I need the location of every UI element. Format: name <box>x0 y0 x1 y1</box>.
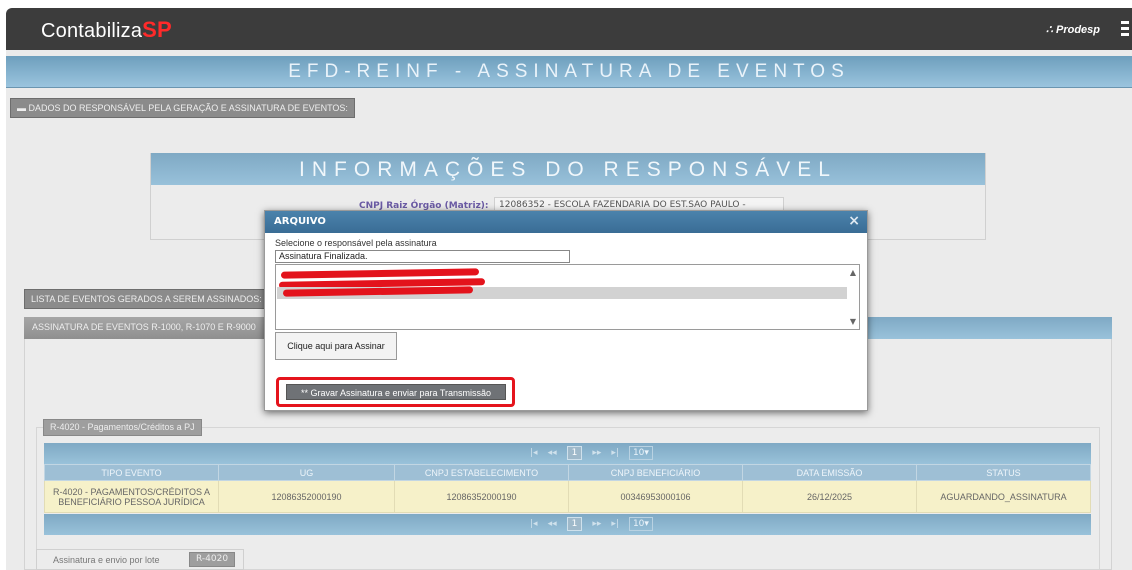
next-page-icon[interactable]: ▸▸ <box>592 448 601 458</box>
app-window: ContabilizaSP ∴ Prodesp EFD-REINF - ASSI… <box>0 0 1132 570</box>
last-page-icon[interactable]: ▸| <box>611 519 619 529</box>
page-size-select[interactable]: 10▾ <box>628 517 653 531</box>
prodesp-label: Prodesp <box>1055 24 1100 36</box>
redaction-mark <box>282 286 474 297</box>
col-cnpj-beneficiario[interactable]: CNPJ BENEFICIÁRIO <box>568 464 743 481</box>
prev-page-icon[interactable]: ◂◂ <box>548 448 557 458</box>
first-page-icon[interactable]: |◂ <box>530 519 538 529</box>
cell-cnpj-estab: 12086352000190 <box>394 480 569 513</box>
pager-top: |◂ ◂◂ 1 ▸▸ ▸| 10▾ <box>44 443 1091 464</box>
responsavel-section-toggle[interactable]: ▬ DADOS DO RESPONSÁVEL PELA GERAÇÃO E AS… <box>10 98 355 118</box>
table-header-row: TIPO EVENTO UG CNPJ ESTABELECIMENTO CNPJ… <box>44 464 1091 481</box>
cell-tipo: R-4020 - PAGAMENTOS/CRÉDITOS A BENEFICIÁ… <box>44 480 219 513</box>
status-field[interactable]: Assinatura Finalizada. <box>275 250 570 263</box>
events-table: TIPO EVENTO UG CNPJ ESTABELECIMENTO CNPJ… <box>44 464 1091 513</box>
page-title: EFD-REINF - ASSINATURA DE EVENTOS <box>288 61 850 82</box>
gravar-transmitir-button[interactable]: ** Gravar Assinatura e enviar para Trans… <box>286 384 506 400</box>
cell-ug: 12086352000190 <box>218 480 395 513</box>
brand-logo[interactable]: ContabilizaSP <box>41 17 172 43</box>
assinatura-bar-accent <box>867 317 1112 339</box>
col-cnpj-estabelecimento[interactable]: CNPJ ESTABELECIMENTO <box>394 464 569 481</box>
assinatura-section-label: ASSINATURA DE EVENTOS R-1000, R-1070 E R… <box>32 322 256 332</box>
lista-eventos-label[interactable]: LISTA DE EVENTOS GERADOS A SEREM ASSINAD… <box>24 289 269 309</box>
batch-r4020-button[interactable]: R-4020 <box>189 552 236 567</box>
col-tipo-evento[interactable]: TIPO EVENTO <box>44 464 219 481</box>
scroll-up-icon[interactable]: ▲ <box>850 268 856 277</box>
responsavel-list[interactable]: ▲ ▼ <box>275 264 860 330</box>
col-status[interactable]: STATUS <box>916 464 1091 481</box>
page-number[interactable]: 1 <box>566 446 583 460</box>
cell-cnpj-benef: 00346953000106 <box>568 480 743 513</box>
prodesp-logo: ∴ Prodesp <box>1046 23 1100 36</box>
brand-main: Contabiliza <box>41 20 143 42</box>
assinar-button[interactable]: Clique aqui para Assinar <box>275 332 397 360</box>
responsavel-prompt: Selecione o responsável pela assinatura <box>275 238 437 248</box>
info-title: INFORMAÇÕES DO RESPONSÁVEL <box>299 158 837 181</box>
cell-status: AGUARDANDO_ASSINATURA <box>916 480 1091 513</box>
batch-label: Assinatura e envio por lote <box>53 555 160 565</box>
prev-page-icon[interactable]: ◂◂ <box>548 519 557 529</box>
cell-data: 26/12/2025 <box>742 480 917 513</box>
top-bar: ContabilizaSP ∴ Prodesp <box>6 8 1132 50</box>
info-title-bar: INFORMAÇÕES DO RESPONSÁVEL <box>151 153 985 185</box>
menu-icon[interactable] <box>1121 21 1129 37</box>
scroll-down-icon[interactable]: ▼ <box>850 317 856 326</box>
page-number[interactable]: 1 <box>566 517 583 531</box>
dialog-title: ARQUIVO <box>274 216 326 227</box>
pager-bottom: |◂ ◂◂ 1 ▸▸ ▸| 10▾ <box>44 514 1091 535</box>
table-row[interactable]: R-4020 - PAGAMENTOS/CRÉDITOS A BENEFICIÁ… <box>44 480 1091 513</box>
first-page-icon[interactable]: |◂ <box>530 448 538 458</box>
prodesp-mark-icon: ∴ <box>1045 24 1053 36</box>
next-page-icon[interactable]: ▸▸ <box>592 519 601 529</box>
col-data-emissao[interactable]: DATA EMISSÃO <box>742 464 917 481</box>
col-ug[interactable]: UG <box>218 464 395 481</box>
arquivo-dialog: ARQUIVO × Selecione o responsável pela a… <box>264 210 868 411</box>
r4020-tab-label[interactable]: R-4020 - Pagamentos/Créditos a PJ <box>43 419 202 436</box>
last-page-icon[interactable]: ▸| <box>611 448 619 458</box>
brand-accent: SP <box>142 17 172 42</box>
batch-sign-panel: Assinatura e envio por lote R-4020 <box>36 549 244 570</box>
page-size-select[interactable]: 10▾ <box>628 446 653 460</box>
list-item-selected[interactable] <box>277 286 847 299</box>
close-icon[interactable]: × <box>848 213 860 229</box>
page-title-banner: EFD-REINF - ASSINATURA DE EVENTOS <box>6 56 1132 88</box>
dialog-header[interactable]: ARQUIVO × <box>265 211 867 233</box>
